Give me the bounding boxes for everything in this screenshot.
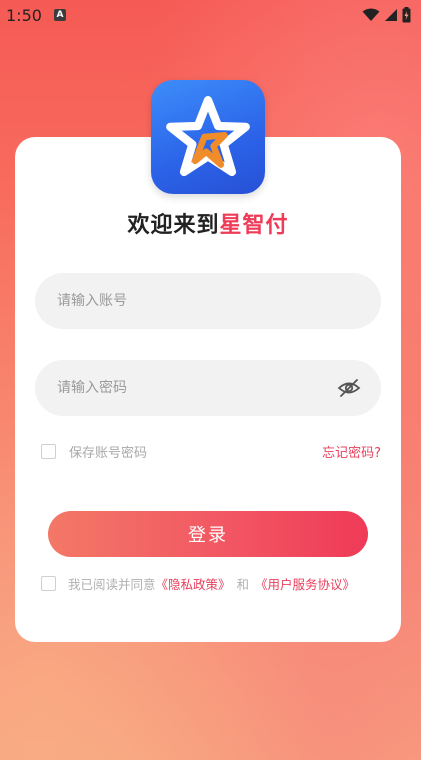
remember-label: 保存账号密码 [69,446,148,461]
agreement-row: 我已阅读并同意 《隐私政策》 和 《用户服务协议》 [41,574,355,593]
status-icons [362,7,411,23]
notification-icon: A [53,9,66,21]
login-button[interactable]: 登录 [48,511,368,557]
agree-checkbox[interactable] [41,576,56,591]
remember-row: 保存账号密码 忘记密码? [41,442,381,461]
terms-of-service-link[interactable]: 《用户服务协议》 [255,574,355,593]
account-input[interactable] [55,292,361,310]
battery-icon [402,7,411,23]
login-card: 欢迎来到星智付 保存账号密码 忘记密码? 登录 我已阅读并同意 《隐私政策》 和… [15,137,401,642]
agree-text: 我已阅读并同意 [68,577,156,592]
wifi-icon [362,8,380,21]
app-logo [151,80,265,194]
account-field[interactable] [35,273,381,329]
welcome-title: 欢迎来到星智付 [15,207,401,239]
signal-icon [385,9,397,21]
welcome-prefix: 欢迎来到 [127,213,220,238]
and-text: 和 [236,577,250,592]
password-field[interactable] [35,360,381,416]
star-logo-icon [166,96,250,177]
brand-name: 星智付 [219,213,289,238]
forgot-password-link[interactable]: 忘记密码? [322,442,381,461]
password-input[interactable] [55,379,337,397]
privacy-policy-link[interactable]: 《隐私政策》 [156,574,231,593]
status-time: 1:50 [6,5,42,25]
eye-off-icon[interactable] [337,376,361,400]
remember-checkbox[interactable] [41,444,56,459]
status-bar: 1:50 A [0,0,421,30]
